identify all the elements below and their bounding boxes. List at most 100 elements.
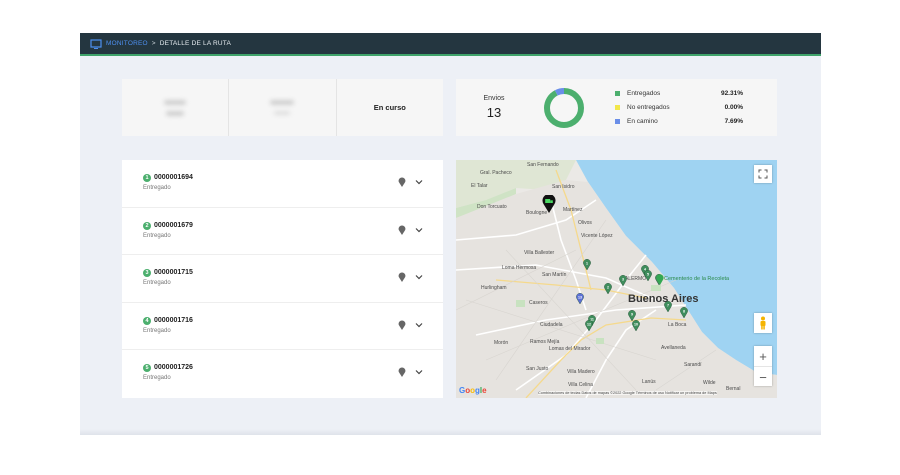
svg-text:5: 5 [647, 272, 649, 276]
shipment-status: Entregado [143, 375, 171, 382]
fullscreen-button[interactable] [754, 165, 772, 183]
shipment-code: 0000001715 [154, 269, 193, 277]
route-status: En curso [373, 103, 406, 112]
shipment-row[interactable]: 5 0000001726 Entregado [122, 350, 443, 398]
shipment-row[interactable]: 4 0000001716 Entregado [122, 303, 443, 351]
map-label: San Martín [542, 272, 567, 278]
shipment-status: Entregado [143, 232, 171, 239]
chevron-down-icon[interactable] [415, 369, 423, 375]
legend-value: 92.31% [720, 90, 743, 97]
shipment-status: Entregado [143, 185, 171, 191]
truck-location-marker[interactable] [542, 195, 556, 213]
shipment-list: 1 0000001694 Entregado 2 0000001679 Entregado… [122, 160, 443, 398]
map-label: Ciudadela [540, 322, 563, 328]
map-label: Olivos [578, 220, 592, 226]
google-logo[interactable]: Google [459, 386, 487, 395]
shipment-code: 0000001694 [154, 174, 193, 181]
map-label: Villa Madero [567, 369, 595, 375]
route-map[interactable]: San Fernando Gral. Pacheco San Isidro El… [456, 160, 777, 398]
shipment-number-badge: 5 [143, 364, 151, 373]
map-attribution[interactable]: Combinaciones de teclas Datos de mapas ©… [538, 391, 717, 395]
route-info-cell-blurred-1 [122, 79, 228, 136]
map-marker[interactable]: 10 [632, 320, 640, 331]
svg-text:3: 3 [622, 277, 624, 281]
zoom-out-button[interactable]: − [754, 367, 772, 387]
svg-text:9: 9 [631, 312, 633, 316]
map-marker[interactable]: 3 [619, 275, 627, 286]
map-marker[interactable]: 5 [644, 270, 652, 281]
map-label: Villa Celina [568, 382, 593, 388]
breadcrumb-current: DETALLE DE LA RUTA [159, 40, 232, 47]
donut-segment [544, 87, 584, 128]
map-marker[interactable]: 2 [604, 283, 612, 294]
map-marker[interactable]: 12 [585, 320, 593, 331]
map-label: Wilde [703, 380, 716, 386]
poi-marker-icon[interactable] [656, 274, 664, 285]
chevron-down-icon[interactable] [415, 274, 423, 280]
envios-count: 13 [486, 105, 502, 120]
map-poi-label: Cementerio de la Recoleta [664, 276, 730, 282]
location-pin-icon[interactable] [398, 272, 406, 283]
map-label: Don Torcuato [477, 204, 507, 210]
location-pin-icon[interactable] [398, 177, 406, 187]
location-pin-icon[interactable] [398, 225, 406, 235]
chevron-down-icon[interactable] [415, 179, 423, 185]
breadcrumb-separator: > [151, 40, 156, 47]
svg-text:7: 7 [667, 303, 669, 307]
map-label: Loma Hermosa [502, 265, 537, 271]
pegman-icon [760, 316, 766, 330]
map-label: Lomas del Mirador [549, 346, 591, 352]
shipment-row[interactable]: 2 0000001679 Entregado [122, 208, 443, 256]
map-label: San Justo [526, 366, 549, 372]
map-label: Gral. Pacheco [480, 170, 512, 176]
app-window: MONITOREO > DETALLE DE LA RUTA En curso … [80, 33, 821, 435]
status-legend: Entregados 92.31% No entregados 0.00% En cam… [615, 87, 743, 129]
map-label: Villa Ballester [524, 250, 555, 256]
map-marker[interactable]: 1 [583, 259, 591, 270]
map-label: San Isidro [552, 184, 575, 190]
location-pin-icon[interactable] [398, 367, 406, 378]
legend-name: No entregados [627, 104, 670, 111]
shipment-code: 0000001679 [154, 221, 193, 229]
map-label: El Talar [471, 183, 488, 189]
legend-name: Entregados [627, 90, 661, 97]
chevron-down-icon[interactable] [415, 227, 423, 233]
shipment-row[interactable]: 3 0000001715 Entregado [122, 255, 443, 303]
svg-text:12: 12 [587, 322, 591, 326]
map-marker[interactable]: 13 [576, 293, 584, 304]
location-pin-icon[interactable] [398, 320, 406, 330]
legend-swatch [615, 105, 620, 110]
shipment-number-badge: 2 [143, 221, 151, 230]
shipment-status: Entregado [143, 280, 171, 287]
map-marker[interactable]: 7 [664, 301, 672, 312]
legend-name: En camino [627, 118, 658, 125]
breadcrumb-monitoreo[interactable]: MONITOREO [106, 40, 148, 47]
chevron-down-icon[interactable] [415, 322, 423, 328]
street-view-button[interactable] [754, 313, 772, 333]
status-donut-chart [544, 87, 584, 128]
footer-shadow [80, 429, 821, 435]
svg-text:8: 8 [683, 309, 685, 313]
zoom-in-button[interactable]: + [754, 346, 772, 367]
route-status-cell: En curso [335, 79, 443, 136]
svg-text:1: 1 [586, 261, 588, 265]
legend-item: No entregados 0.00% [615, 101, 743, 115]
shipment-number-badge: 3 [143, 269, 151, 278]
map-zoom-control: + − [754, 346, 772, 386]
shipment-row[interactable]: 1 0000001694 Entregado [122, 160, 443, 208]
map-label: Caseros [529, 300, 548, 306]
envios-counter: Envios 13 [456, 95, 532, 120]
shipment-code: 0000001726 [154, 364, 193, 372]
legend-swatch [615, 119, 620, 124]
legend-item: En camino 7.69% [615, 115, 743, 129]
legend-item: Entregados 92.31% [615, 87, 743, 101]
top-bar: MONITOREO > DETALLE DE LA RUTA [80, 33, 821, 56]
map-marker[interactable]: 8 [680, 307, 688, 318]
map-label: San Fernando [527, 162, 559, 168]
svg-text:13: 13 [578, 295, 582, 299]
legend-value: 0.00% [724, 104, 743, 111]
envios-label: Envios [483, 95, 505, 102]
shipment-number-badge: 1 [143, 174, 151, 182]
map-label: Sarandí [684, 362, 702, 368]
shipment-status: Entregado [143, 327, 171, 334]
